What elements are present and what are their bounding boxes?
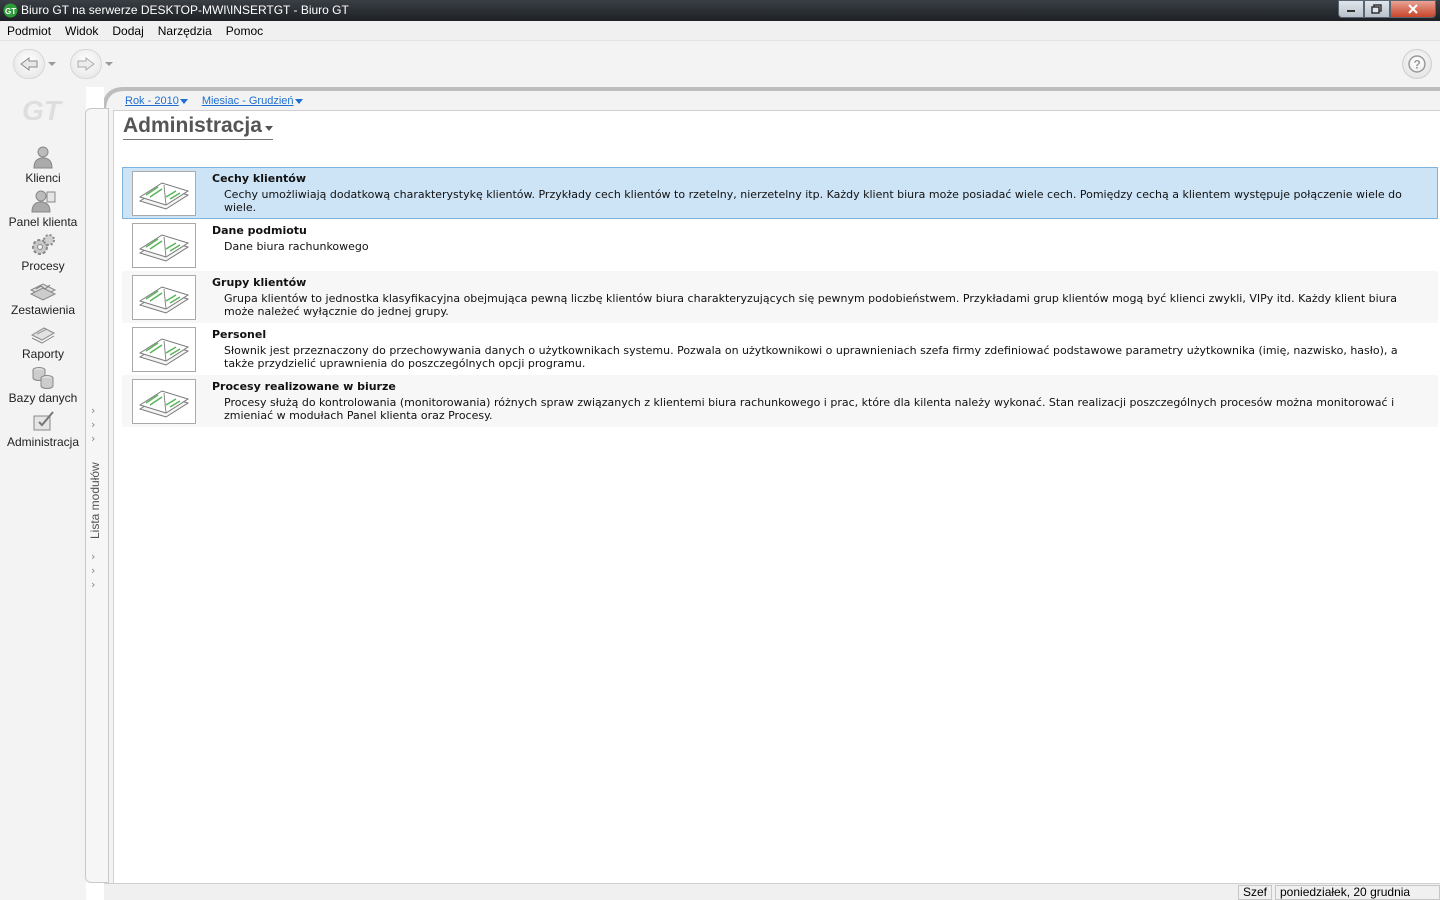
forward-button[interactable] — [70, 49, 102, 79]
gt-logo-icon: GT — [22, 95, 64, 126]
forward-dropdown-arrow[interactable] — [105, 62, 113, 66]
period-filters: Rok - 2010 Miesiac - Grudzień — [125, 95, 303, 107]
month-filter-label: Miesiac - Grudzień — [201, 95, 294, 107]
sidebar-item-label: Raporty — [21, 347, 65, 361]
status-bar: Szef poniedziałek, 20 grudnia 2010 — [104, 883, 1440, 900]
minimize-button[interactable] — [1338, 0, 1364, 18]
close-button[interactable] — [1390, 0, 1436, 18]
forward-arrow-icon — [77, 57, 95, 71]
back-button[interactable] — [13, 49, 45, 79]
sidebar-item-procesy[interactable]: Procesy — [0, 232, 86, 273]
restore-icon — [1371, 4, 1382, 14]
menu-narzedzia[interactable]: Narzędzia — [151, 21, 219, 41]
page-title: Administracja — [123, 114, 262, 137]
list-item-dane-podmiotu[interactable]: Dane podmiotu Dane biura rachunkowego — [122, 219, 1438, 271]
sidebar-item-administracja[interactable]: Administracja — [0, 408, 86, 449]
dictionary-book-icon — [132, 171, 196, 216]
chevron-right-icon: › — [91, 550, 96, 563]
sidebar-item-bazy-danych[interactable]: Bazy danych — [0, 364, 86, 405]
chevron-right-icon: › — [91, 404, 96, 417]
list-item-description: Słownik jest przeznaczony do przechowywa… — [224, 344, 1398, 370]
sidebar-item-panel-klienta[interactable]: Panel klienta — [0, 188, 86, 229]
dropdown-arrow-icon — [294, 98, 303, 104]
svg-text:GT: GT — [22, 95, 64, 126]
database-icon — [32, 367, 54, 389]
close-icon — [1408, 4, 1418, 14]
window-title: Biuro GT na serwerze DESKTOP-MWI\INSERTG… — [21, 3, 349, 17]
help-button[interactable]: ? — [1402, 49, 1432, 79]
administration-icon — [33, 411, 54, 431]
module-list-strip[interactable]: › › › Lista modułów › › › — [85, 108, 109, 883]
title-bar: GT Biuro GT na serwerze DESKTOP-MWI\INSE… — [0, 0, 1440, 21]
help-icon: ? — [1408, 55, 1426, 73]
list-item-description: Grupa klientów to jednostka klasyfikacyj… — [224, 292, 1397, 318]
back-arrow-icon — [20, 57, 38, 71]
sidebar-item-zestawienia[interactable]: Zestawienia — [0, 276, 86, 317]
window-controls — [1338, 0, 1436, 19]
menu-dodaj[interactable]: Dodaj — [105, 21, 150, 41]
list-item-title: Grupy klientów — [212, 276, 307, 289]
restore-button[interactable] — [1364, 0, 1390, 18]
list-item-description: Procesy służą do kontrolowania (monitoro… — [224, 396, 1395, 422]
svg-text:GT: GT — [5, 7, 16, 16]
panel-top-border — [104, 87, 1440, 111]
sidebar-item-klienci[interactable]: Klienci — [0, 144, 86, 185]
statements-icon — [29, 283, 57, 301]
sidebar: GT Klienci Panel klienta Procesy Zestawi… — [0, 87, 86, 900]
menu-widok[interactable]: Widok — [58, 21, 105, 41]
clients-icon — [33, 146, 53, 169]
section-title-dropdown[interactable]: Administracja — [123, 114, 273, 140]
list-item-cechy-klientow[interactable]: Cechy klientów Cechy umożliwiają dodatko… — [122, 167, 1438, 219]
reports-icon — [30, 327, 56, 344]
list-item-title: Procesy realizowane w biurze — [212, 380, 396, 393]
app-icon: GT — [3, 3, 18, 18]
list-item-personel[interactable]: Personel Słownik jest przeznaczony do pr… — [122, 323, 1438, 375]
sidebar-item-label: Zestawienia — [10, 303, 76, 317]
minimize-icon — [1347, 10, 1355, 12]
sidebar-item-raporty[interactable]: Raporty — [0, 320, 86, 361]
dictionary-book-icon — [132, 327, 196, 372]
list-item-grupy-klientow[interactable]: Grupy klientów Grupa klientów to jednost… — [122, 271, 1438, 323]
toolbar: ? — [0, 41, 1440, 87]
client-panel-icon — [31, 190, 56, 213]
sidebar-item-label: Klienci — [25, 171, 61, 185]
list-item-description: Dane biura rachunkowego — [224, 240, 369, 253]
dropdown-arrow-icon — [264, 125, 273, 131]
module-list-label: Lista modułów — [88, 462, 102, 539]
menu-pomoc[interactable]: Pomoc — [219, 21, 270, 41]
menu-podmiot[interactable]: Podmiot — [0, 21, 58, 41]
status-user: Szef — [1238, 885, 1273, 900]
sidebar-item-label: Panel klienta — [8, 215, 78, 229]
list-item-title: Dane podmiotu — [212, 224, 307, 237]
processes-gear-icon — [32, 234, 55, 255]
list-item-procesy-realizowane[interactable]: Procesy realizowane w biurze Procesy słu… — [122, 375, 1438, 427]
menu-bar: Podmiot Widok Dodaj Narzędzia Pomoc — [0, 21, 1440, 41]
chevron-right-icon: › — [91, 564, 96, 577]
dropdown-arrow-icon — [179, 98, 188, 104]
year-filter-label: Rok - 2010 — [125, 95, 179, 107]
back-dropdown-arrow[interactable] — [48, 62, 56, 66]
year-filter[interactable]: Rok - 2010 — [125, 95, 188, 107]
chevron-right-icon: › — [91, 432, 96, 445]
sidebar-item-label: Procesy — [21, 259, 65, 273]
month-filter[interactable]: Miesiac - Grudzień — [202, 95, 303, 107]
dictionary-book-icon — [132, 379, 196, 424]
status-date: poniedziałek, 20 grudnia 2010 — [1275, 885, 1440, 900]
chevron-right-icon: › — [91, 578, 96, 591]
chevron-right-icon: › — [91, 418, 96, 431]
svg-text:?: ? — [1414, 58, 1421, 72]
list-item-title: Personel — [212, 328, 267, 341]
list-item-title: Cechy klientów — [212, 172, 307, 185]
dictionary-book-icon — [132, 275, 196, 320]
dictionary-book-icon — [132, 223, 196, 268]
list-item-description: Cechy umożliwiają dodatkową charakteryst… — [224, 188, 1402, 214]
administration-list: Cechy klientów Cechy umożliwiają dodatko… — [122, 167, 1438, 427]
sidebar-item-label: Administracja — [6, 435, 80, 449]
sidebar-item-label: Bazy danych — [8, 391, 78, 405]
